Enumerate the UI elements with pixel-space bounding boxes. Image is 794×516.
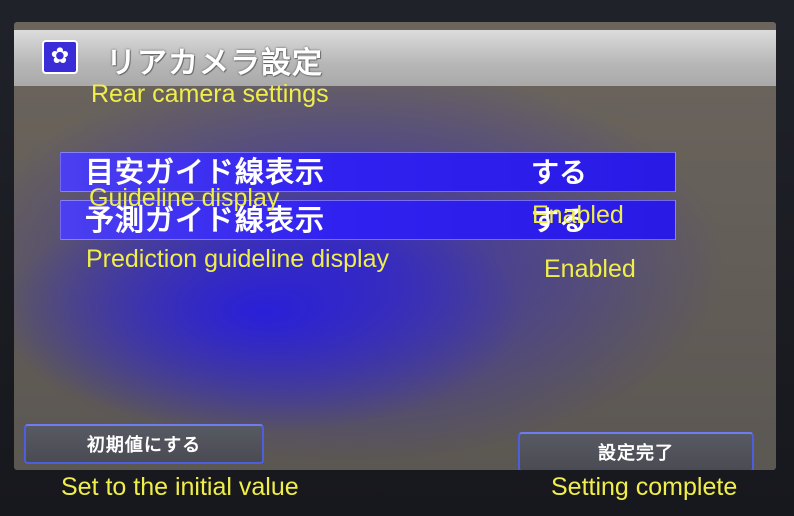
title-bar: ✿ リアカメラ設定 <box>14 30 776 86</box>
annotation-title: Rear camera settings <box>91 80 329 108</box>
annotation-guideline: Guideline display <box>89 184 280 212</box>
setting-value-guideline: する <box>531 156 588 189</box>
annotation-guideline-value: Enabled <box>532 201 624 229</box>
settings-complete-button[interactable]: 設定完了 <box>518 432 754 470</box>
reset-defaults-button[interactable]: 初期値にする <box>24 424 264 464</box>
annotation-reset: Set to the initial value <box>61 473 299 501</box>
annotation-prediction-value: Enabled <box>544 255 636 283</box>
gear-icon: ✿ <box>42 40 78 74</box>
annotation-prediction: Prediction guideline display <box>86 245 389 273</box>
annotation-done: Setting complete <box>551 473 738 501</box>
page-title: リアカメラ設定 <box>106 46 323 81</box>
